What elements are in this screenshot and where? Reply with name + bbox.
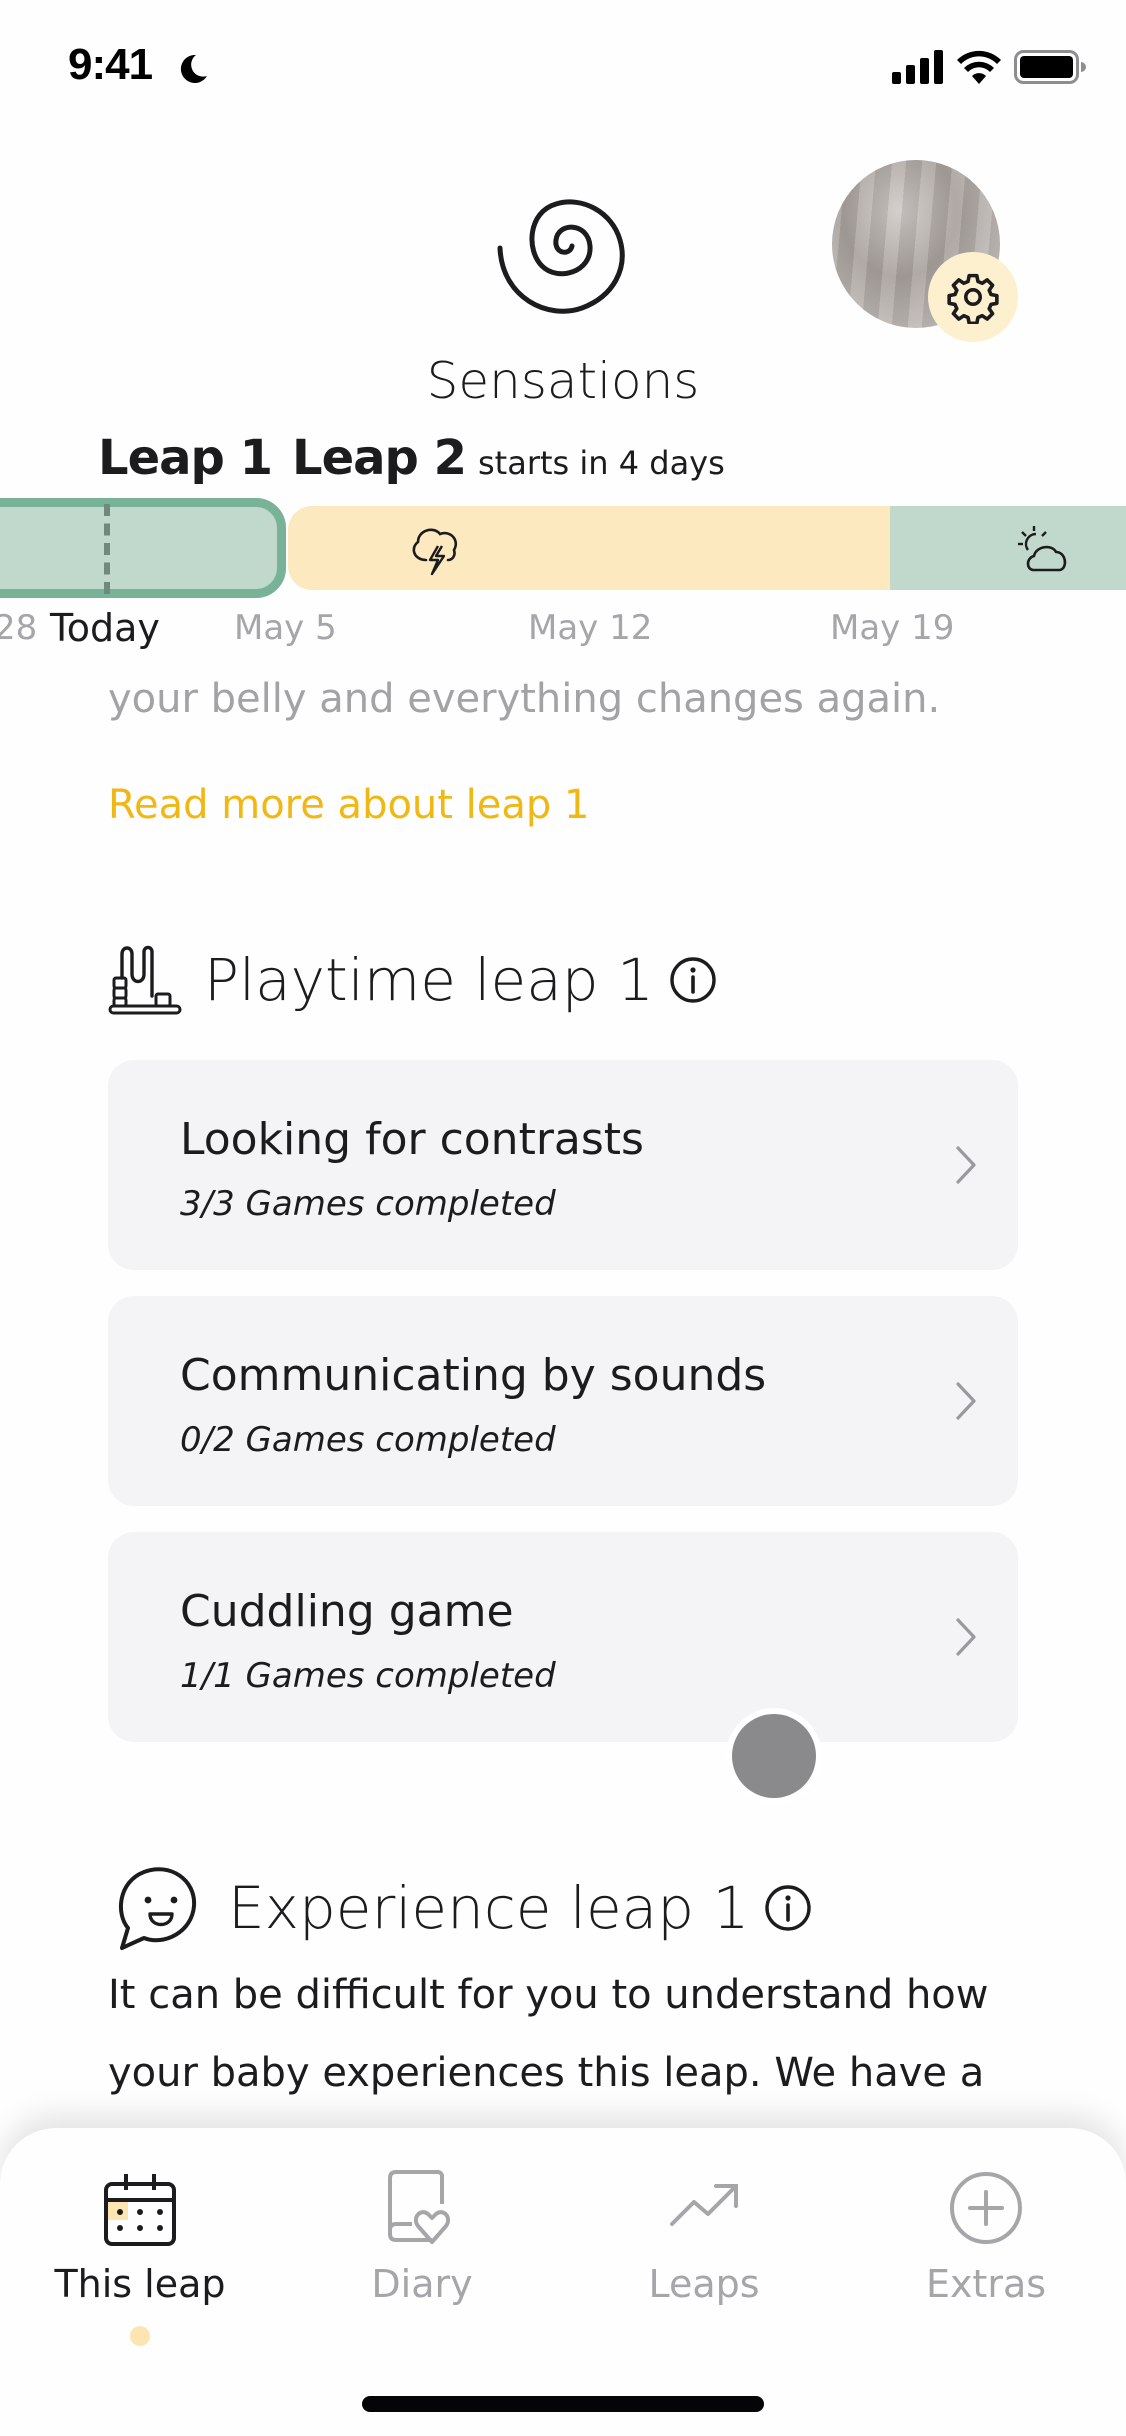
info-icon[interactable] bbox=[668, 955, 718, 1005]
trend-up-icon bbox=[670, 2184, 738, 2226]
game-progress: 1/1 Games completed bbox=[180, 1656, 556, 1696]
tab-extras[interactable]: Extras bbox=[866, 2168, 1106, 2328]
timeline-label-may12: May 12 bbox=[528, 608, 653, 648]
today-marker bbox=[104, 504, 110, 594]
settings-button[interactable] bbox=[928, 252, 1018, 342]
leap-intro-text: your belly and everything changes again. bbox=[108, 676, 941, 722]
current-leap-label[interactable]: Leap 1 bbox=[98, 430, 273, 486]
next-leap-status: starts in 4 days bbox=[478, 444, 725, 482]
tab-label: This leap bbox=[54, 2262, 226, 2306]
chevron-right-icon bbox=[956, 1618, 976, 1656]
info-icon[interactable] bbox=[763, 1883, 813, 1933]
leap-name: Sensations bbox=[426, 352, 700, 410]
timeline-label-may5: May 5 bbox=[234, 608, 337, 648]
timeline-label-today: Today bbox=[50, 606, 160, 650]
experience-title: Experience leap 1 bbox=[228, 1874, 750, 1942]
game-card[interactable]: Looking for contrasts 3/3 Games complete… bbox=[108, 1060, 1018, 1270]
game-title: Looking for contrasts bbox=[180, 1114, 644, 1165]
timeline-segment-sunny[interactable] bbox=[890, 506, 1126, 590]
game-card[interactable]: Communicating by sounds 0/2 Games comple… bbox=[108, 1296, 1018, 1506]
timeline-segment-stormy[interactable] bbox=[288, 506, 892, 590]
tab-diary[interactable]: Diary bbox=[302, 2168, 542, 2328]
cellular-signal-icon bbox=[892, 50, 943, 84]
tab-bar: This leap Diary Leaps Extras bbox=[0, 2128, 1126, 2436]
touch-indicator bbox=[732, 1714, 816, 1798]
plus-circle-icon bbox=[950, 2172, 1022, 2244]
next-leap-label[interactable]: Leap 2 bbox=[292, 430, 467, 486]
home-indicator[interactable] bbox=[362, 2396, 764, 2412]
tab-label: Diary bbox=[371, 2262, 473, 2306]
smiley-speech-bubble-icon bbox=[119, 1867, 197, 1950]
tab-this-leap[interactable]: This leap bbox=[20, 2168, 260, 2328]
playtime-header: Playtime leap 1 bbox=[108, 944, 718, 1016]
read-more-link[interactable]: Read more about leap 1 bbox=[108, 782, 589, 828]
chevron-right-icon bbox=[956, 1382, 976, 1420]
game-title: Cuddling game bbox=[180, 1586, 514, 1637]
moon-icon bbox=[180, 54, 207, 83]
game-progress: 0/2 Games completed bbox=[180, 1420, 556, 1460]
status-icons bbox=[892, 50, 1086, 84]
diary-heart-icon bbox=[388, 2170, 451, 2244]
tab-leaps[interactable]: Leaps bbox=[584, 2168, 824, 2328]
game-title: Communicating by sounds bbox=[180, 1350, 767, 1401]
timeline-label-may19: May 19 bbox=[830, 608, 955, 648]
calendar-icon bbox=[104, 2174, 176, 2246]
chevron-right-icon bbox=[956, 1146, 976, 1184]
status-time: 9:41 bbox=[68, 40, 153, 89]
leap-timeline[interactable] bbox=[0, 498, 1126, 598]
spiral-icon bbox=[497, 199, 625, 314]
playtime-title: Playtime leap 1 bbox=[204, 946, 654, 1014]
timeline-label-prev: 28 bbox=[0, 608, 38, 648]
gear-icon bbox=[947, 273, 999, 324]
timeline-segment-current-leap[interactable] bbox=[0, 498, 286, 598]
toy-abacus-icon bbox=[108, 945, 182, 1015]
storm-cloud-icon bbox=[412, 528, 458, 576]
tab-label: Extras bbox=[925, 2262, 1047, 2306]
wifi-icon bbox=[957, 50, 1001, 84]
experience-header: Experience leap 1 bbox=[108, 1862, 813, 1954]
experience-text-line: It can be difficult for you to understan… bbox=[108, 1972, 989, 2018]
experience-text-line: your baby experiences this leap. We have… bbox=[108, 2050, 985, 2096]
leap-title-row: Leap 1 Leap 2 starts in 4 days bbox=[98, 430, 725, 486]
game-card[interactable]: Cuddling game 1/1 Games completed bbox=[108, 1532, 1018, 1742]
status-bar: 9:41 bbox=[0, 0, 1126, 140]
sun-cloud-icon bbox=[1018, 526, 1067, 572]
active-tab-indicator bbox=[130, 2326, 150, 2346]
game-progress: 3/3 Games completed bbox=[180, 1184, 556, 1224]
tab-label: Leaps bbox=[648, 2262, 760, 2306]
battery-icon bbox=[1014, 50, 1086, 84]
